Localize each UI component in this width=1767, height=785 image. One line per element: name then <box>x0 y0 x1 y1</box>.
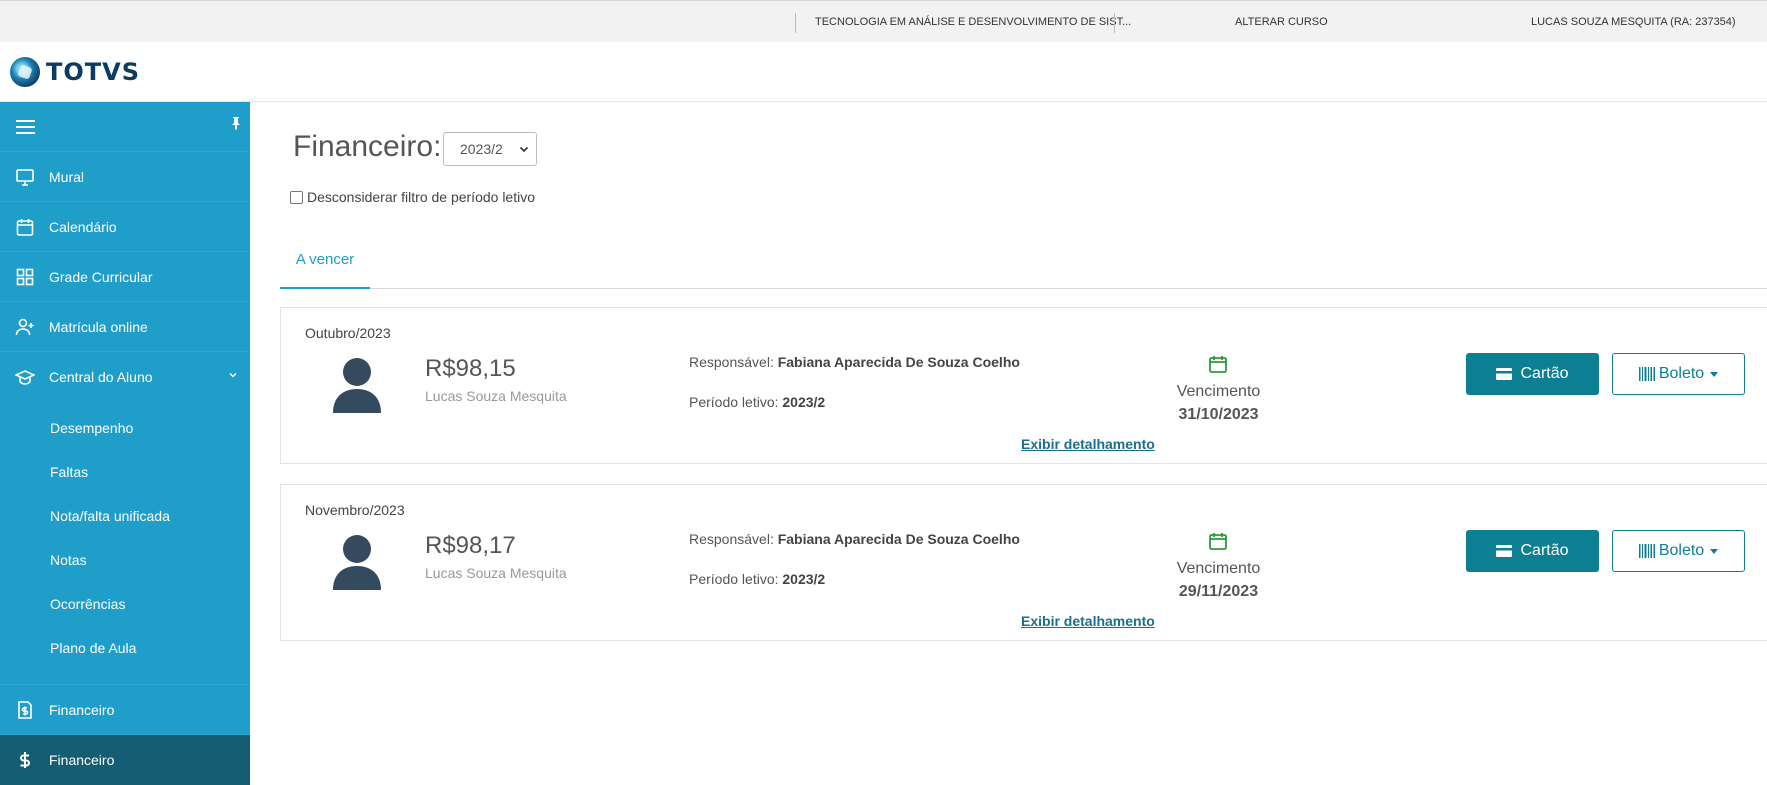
sidebar-item-central-do-aluno[interactable]: Central do Aluno <box>0 352 250 402</box>
logo-icon <box>10 57 40 87</box>
sidebar-item-financeiro-active[interactable]: Financeiro <box>0 735 250 785</box>
boleto-button[interactable]: Boleto <box>1612 530 1745 572</box>
sidebar-subitem-desempenho[interactable]: Desempenho <box>0 406 250 450</box>
invoice-card: Novembro/2023 R$98,17 Lucas Souza Mesqui… <box>280 484 1767 641</box>
period-select-value: 2023/2 <box>460 141 503 157</box>
sidebar-item-label: Grade Curricular <box>49 268 153 285</box>
sidebar-item-label: Financeiro <box>49 752 115 768</box>
invoice-card: Outubro/2023 R$98,15 Lucas Souza Mesquit… <box>280 307 1767 464</box>
student-name: Lucas Souza Mesquita <box>425 565 567 581</box>
grid-icon <box>15 267 35 287</box>
user-plus-icon <box>15 317 35 337</box>
ignore-filter-checkbox[interactable] <box>290 190 303 204</box>
due-label: Vencimento <box>1176 383 1261 400</box>
brand-bar: TOTVS <box>0 42 1767 102</box>
tab-bar: A vencer <box>280 240 1767 289</box>
responsible-label: Responsável: <box>689 531 774 547</box>
credit-card-icon <box>1496 368 1513 380</box>
sidebar-submenu: Desempenho Faltas Nota/falta unificada N… <box>0 402 250 685</box>
sidebar-item-calendario[interactable]: Calendário <box>0 202 250 252</box>
responsible-label: Responsável: <box>689 354 774 370</box>
due-label: Vencimento <box>1176 560 1261 577</box>
period-select[interactable]: 2023/2 <box>443 132 537 166</box>
sidebar-subitem-faltas[interactable]: Faltas <box>0 450 250 494</box>
barcode-icon <box>1638 367 1655 381</box>
page-title: Financeiro: <box>293 130 442 163</box>
user-name[interactable]: LUCAS SOUZA MESQUITA (RA: 237354) <box>1531 1 1736 43</box>
responsible-name: Fabiana Aparecida De Souza Coelho <box>777 354 1020 370</box>
ignore-filter-label: Desconsiderar filtro de período letivo <box>307 189 536 205</box>
separator <box>1114 13 1115 33</box>
boleto-label: Boleto <box>1658 542 1705 559</box>
boleto-label: Boleto <box>1658 365 1705 382</box>
dollar-icon <box>15 750 35 770</box>
period-label: Período letivo: <box>689 571 779 587</box>
period-label: Período letivo: <box>689 394 779 410</box>
due-date: 29/11/2023 <box>1178 583 1259 600</box>
change-course-link[interactable]: ALTERAR CURSO <box>1235 1 1328 43</box>
details-link[interactable]: Exibir detalhamento <box>1021 613 1155 629</box>
logo-text: TOTVS <box>46 58 141 86</box>
period-value: 2023/2 <box>782 571 826 587</box>
totvs-logo[interactable]: TOTVS <box>10 56 140 88</box>
separator <box>795 13 796 33</box>
pin-icon[interactable] <box>230 116 242 130</box>
calendar-icon <box>1209 356 1227 373</box>
invoice-amount: R$98,17 <box>425 532 516 559</box>
sidebar-subitem-nota-falta-unificada[interactable]: Nota/falta unificada <box>0 494 250 538</box>
graduation-cap-icon <box>15 367 35 387</box>
pay-card-button[interactable]: Cartão <box>1466 530 1599 572</box>
sidebar-item-matricula-online[interactable]: Matrícula online <box>0 302 250 352</box>
sidebar-item-label: Financeiro <box>49 701 115 718</box>
sidebar-item-label: Mural <box>49 168 85 185</box>
sidebar-item-label: Central do Aluno <box>49 369 153 385</box>
monitor-icon <box>15 167 35 187</box>
menu-icon[interactable] <box>16 120 35 134</box>
invoice-month: Outubro/2023 <box>305 325 391 341</box>
academic-period: Período letivo: 2023/2 <box>689 571 825 587</box>
sidebar-item-mural[interactable]: Mural <box>0 152 250 202</box>
sidebar-header <box>0 102 250 152</box>
sidebar-item-label: Calendário <box>49 218 117 235</box>
credit-card-icon <box>1496 545 1513 557</box>
top-bar: TECNOLOGIA EM ANÁLISE E DESENVOLVIMENTO … <box>0 0 1767 42</box>
pay-card-button[interactable]: Cartão <box>1466 353 1599 395</box>
responsible: Responsável: Fabiana Aparecida De Souza … <box>689 354 1020 370</box>
period-value: 2023/2 <box>782 394 826 410</box>
main-content: Financeiro: 2023/2 Desconsiderar filtro … <box>250 102 1767 781</box>
sidebar-subitem-ocorrencias[interactable]: Ocorrências <box>0 582 250 626</box>
sidebar: Mural Calendário Grade Curricular Matríc… <box>0 102 250 785</box>
student-name: Lucas Souza Mesquita <box>425 388 567 404</box>
tab-a-vencer[interactable]: A vencer <box>280 240 370 289</box>
calendar-icon <box>15 217 35 237</box>
invoice-amount: R$98,15 <box>425 355 516 382</box>
avatar-icon <box>333 535 381 590</box>
pay-card-label: Cartão <box>1520 365 1569 382</box>
sidebar-subitem-notas[interactable]: Notas <box>0 538 250 582</box>
calendar-icon <box>1209 533 1227 550</box>
details-link[interactable]: Exibir detalhamento <box>1021 436 1155 452</box>
invoice-dollar-icon <box>15 700 35 720</box>
sidebar-item-grade-curricular[interactable]: Grade Curricular <box>0 252 250 302</box>
due-date: 31/10/2023 <box>1178 406 1259 423</box>
caret-down-icon <box>1710 371 1719 377</box>
boleto-button[interactable]: Boleto <box>1612 353 1745 395</box>
course-name[interactable]: TECNOLOGIA EM ANÁLISE E DESENVOLVIMENTO … <box>815 1 1131 43</box>
barcode-icon <box>1638 544 1655 558</box>
invoice-month: Novembro/2023 <box>305 502 405 518</box>
chevron-down-icon[interactable] <box>228 370 238 380</box>
ignore-filter-row[interactable]: Desconsiderar filtro de período letivo <box>290 189 535 205</box>
sidebar-item-label: Matrícula online <box>49 318 148 335</box>
sidebar-subitem-plano-de-aula[interactable]: Plano de Aula <box>0 626 250 670</box>
caret-down-icon <box>1710 548 1719 554</box>
avatar-icon <box>333 358 381 413</box>
pay-card-label: Cartão <box>1520 542 1569 559</box>
responsible-name: Fabiana Aparecida De Souza Coelho <box>777 531 1020 547</box>
academic-period: Período letivo: 2023/2 <box>689 394 825 410</box>
chevron-down-icon <box>519 146 529 153</box>
responsible: Responsável: Fabiana Aparecida De Souza … <box>689 531 1020 547</box>
sidebar-item-financeiro[interactable]: Financeiro <box>0 685 250 735</box>
